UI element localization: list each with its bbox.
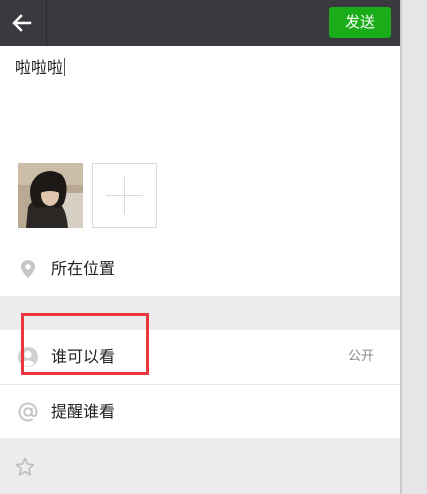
back-button[interactable] bbox=[0, 0, 46, 46]
background-edge bbox=[400, 0, 427, 494]
at-icon bbox=[18, 402, 38, 422]
arrow-left-icon bbox=[12, 14, 32, 32]
post-text-input[interactable]: 啦啦啦 bbox=[15, 58, 66, 78]
location-row[interactable]: 所在位置 bbox=[0, 242, 400, 296]
highlight-box bbox=[21, 313, 149, 375]
text-caret bbox=[64, 58, 66, 76]
attached-photo[interactable] bbox=[18, 163, 83, 228]
remind-row[interactable]: 提醒谁看 bbox=[0, 385, 400, 439]
photo-thumbnail bbox=[18, 163, 83, 228]
location-label: 所在位置 bbox=[51, 259, 116, 278]
favorite-row[interactable] bbox=[0, 438, 400, 494]
moments-compose-screen: 发送 啦啦啦 所在位置 谁可以看 公开 提醒谁看 bbox=[0, 0, 400, 494]
star-icon bbox=[15, 457, 35, 476]
topbar-divider bbox=[46, 0, 47, 46]
top-bar: 发送 bbox=[0, 0, 400, 46]
post-text: 啦啦啦 bbox=[15, 58, 64, 77]
add-photo-button[interactable] bbox=[92, 163, 157, 228]
location-pin-icon bbox=[21, 260, 35, 278]
remind-label: 提醒谁看 bbox=[51, 402, 116, 421]
send-button[interactable]: 发送 bbox=[329, 7, 391, 38]
visibility-value: 公开 bbox=[347, 349, 374, 364]
